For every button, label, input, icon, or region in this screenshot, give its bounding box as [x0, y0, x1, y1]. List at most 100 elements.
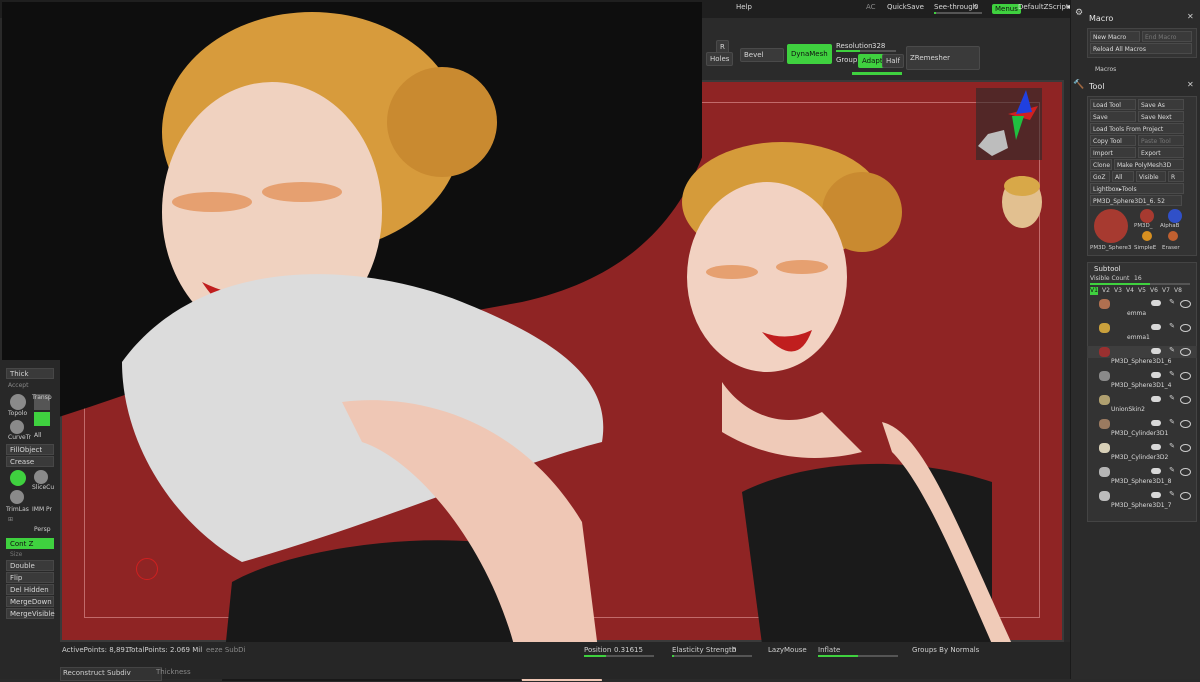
macro-title[interactable]: Macro	[1089, 14, 1113, 23]
subtool-visibility-eye-icon[interactable]	[1180, 348, 1191, 356]
subtool-brush-icon[interactable]: ✎	[1169, 418, 1175, 426]
subtool-row[interactable]: ✎	[1087, 370, 1197, 382]
tool-title[interactable]: Tool	[1089, 82, 1105, 91]
subtool-toggle[interactable]	[1151, 396, 1161, 402]
menus-toggle[interactable]: Menus	[992, 4, 1021, 14]
clone-button[interactable]: Clone	[1090, 159, 1112, 170]
reload-macros-button[interactable]: Reload All Macros	[1090, 43, 1192, 54]
subtool-toggle[interactable]	[1151, 444, 1161, 450]
cont-z-button[interactable]: Cont Z	[6, 538, 54, 549]
active-brush-icon[interactable]	[10, 470, 26, 486]
subtool-row[interactable]: ✎	[1087, 466, 1197, 478]
load-tools-from-project-button[interactable]: Load Tools From Project	[1090, 123, 1184, 134]
tool-thumb-sphere-icon[interactable]	[1094, 209, 1128, 243]
subtool-visibility-eye-icon[interactable]	[1180, 492, 1191, 500]
quicksave-button[interactable]: QuickSave	[887, 3, 924, 11]
version-v6[interactable]: V6	[1150, 287, 1158, 294]
double-button[interactable]: Double	[6, 560, 54, 571]
subtool-brush-icon[interactable]: ✎	[1169, 370, 1175, 378]
freeze-subdiv-button[interactable]: eeze SubDi	[206, 646, 245, 654]
subtool-row[interactable]: ✎	[1087, 322, 1197, 334]
subtool-visibility-eye-icon[interactable]	[1180, 324, 1191, 332]
new-macro-button[interactable]: New Macro	[1090, 31, 1140, 42]
half-toggle[interactable]: Half	[882, 54, 904, 68]
inflate-slider[interactable]	[818, 655, 898, 657]
group-toggle[interactable]: Group	[836, 56, 857, 64]
subtool-row[interactable]: ✎	[1087, 418, 1197, 430]
tool-close-icon[interactable]: ✕	[1187, 80, 1194, 89]
macro-close-icon[interactable]: ✕	[1187, 12, 1194, 21]
goz-button[interactable]: GoZ	[1090, 171, 1110, 182]
subtool-visibility-eye-icon[interactable]	[1180, 468, 1191, 476]
viewport-canvas[interactable]	[2, 2, 1064, 681]
import-button[interactable]: Import	[1090, 147, 1136, 158]
save-button[interactable]: Save	[1090, 111, 1136, 122]
ghost-toggle-icon[interactable]	[34, 412, 50, 426]
load-tool-button[interactable]: Load Tool	[1090, 99, 1136, 110]
accept-button[interactable]: Accept	[8, 382, 28, 389]
subtool-brush-icon[interactable]: ✎	[1169, 322, 1175, 330]
menu-help[interactable]: Help	[736, 3, 752, 11]
subtool-toggle[interactable]	[1151, 348, 1161, 354]
visible-count-slider[interactable]	[1090, 283, 1190, 285]
seethrough-slider[interactable]	[934, 12, 982, 14]
bevel-button[interactable]: Bevel	[740, 48, 784, 62]
thick-button[interactable]: Thick	[6, 368, 54, 379]
subtool-toggle[interactable]	[1151, 300, 1161, 306]
goz-r-button[interactable]: R	[1168, 171, 1184, 182]
subtool-visibility-eye-icon[interactable]	[1180, 420, 1191, 428]
subtool-toggle[interactable]	[1151, 492, 1161, 498]
lightbox-tools-button[interactable]: Lightbox▸Tools	[1090, 183, 1184, 194]
save-as-button[interactable]: Save As	[1138, 99, 1184, 110]
curve-brush-icon[interactable]	[10, 420, 24, 434]
subtool-row[interactable]: ✎	[1087, 298, 1197, 310]
make-polymesh-button[interactable]: Make PolyMesh3D	[1114, 159, 1184, 170]
version-v3[interactable]: V3	[1114, 287, 1122, 294]
lazymouse-button[interactable]: LazyMouse	[768, 646, 807, 654]
copy-tool-button[interactable]: Copy Tool	[1090, 135, 1136, 146]
macros-label[interactable]: Macros	[1095, 66, 1116, 73]
version-v8[interactable]: V8	[1174, 287, 1182, 294]
subtool-row[interactable]: ✎	[1087, 394, 1197, 406]
dynamesh-button[interactable]: DynaMesh	[787, 44, 832, 64]
subtool-brush-icon[interactable]: ✎	[1169, 298, 1175, 306]
version-v5[interactable]: V5	[1138, 287, 1146, 294]
groups-by-normals-button[interactable]: Groups By Normals	[912, 646, 979, 654]
all-label[interactable]: All	[34, 432, 41, 439]
zremesher-button[interactable]: ZRemesher	[906, 46, 980, 70]
alpha-brush-icon[interactable]	[1168, 209, 1182, 223]
flip-button[interactable]: Flip	[6, 572, 54, 583]
fill-object-button[interactable]: FillObject	[6, 444, 54, 455]
subtool-visibility-eye-icon[interactable]	[1180, 396, 1191, 404]
crease-button[interactable]: Crease	[6, 456, 54, 467]
version-v2[interactable]: V2	[1102, 287, 1110, 294]
paste-tool-button[interactable]: Paste Tool	[1138, 135, 1184, 146]
goz-all-button[interactable]: All	[1112, 171, 1134, 182]
subtool-visibility-eye-icon[interactable]	[1180, 300, 1191, 308]
subtool-row[interactable]: ✎	[1087, 490, 1197, 502]
position-slider[interactable]	[584, 655, 654, 657]
version-v4[interactable]: V4	[1126, 287, 1134, 294]
ac-label[interactable]: AC	[866, 3, 876, 11]
trim-lasso-icon[interactable]	[10, 490, 24, 504]
subtool-brush-icon[interactable]: ✎	[1169, 490, 1175, 498]
subtool-visibility-eye-icon[interactable]	[1180, 444, 1191, 452]
eraser-brush-icon[interactable]	[1168, 231, 1178, 241]
subtool-title[interactable]: Subtool	[1094, 265, 1121, 273]
holes-button[interactable]: Holes	[706, 52, 734, 66]
end-macro-button[interactable]: End Macro	[1142, 31, 1192, 42]
persp-button[interactable]: Persp	[34, 526, 51, 533]
del-hidden-button[interactable]: Del Hidden	[6, 584, 54, 595]
subtool-toggle[interactable]	[1151, 420, 1161, 426]
subtool-brush-icon[interactable]: ✎	[1169, 466, 1175, 474]
subtool-brush-icon[interactable]: ✎	[1169, 394, 1175, 402]
subtool-toggle[interactable]	[1151, 468, 1161, 474]
simple-brush-icon[interactable]	[1142, 231, 1152, 241]
subtool-row[interactable]: ✎	[1087, 346, 1197, 358]
slice-curve-icon[interactable]	[34, 470, 48, 484]
current-tool-slider[interactable]: PM3D_Sphere3D1_6. 52	[1090, 195, 1182, 206]
tool-thumb-small-icon[interactable]	[1140, 209, 1154, 223]
subtool-visibility-eye-icon[interactable]	[1180, 372, 1191, 380]
elasticity-slider[interactable]	[672, 655, 752, 657]
save-next-button[interactable]: Save Next	[1138, 111, 1184, 122]
